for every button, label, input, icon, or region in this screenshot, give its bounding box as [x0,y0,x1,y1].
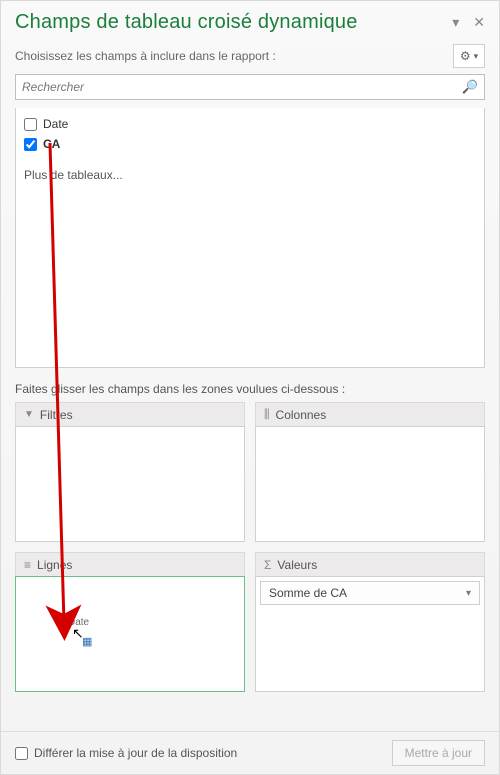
area-rows: ≡ Lignes Date ↖ ▦ [15,552,245,692]
search-input[interactable] [22,80,462,94]
area-header-columns: ⫼ Colonnes [255,402,485,426]
area-header-rows: ≡ Lignes [15,552,245,576]
area-header-filters: ▼ Filtres [15,402,245,426]
close-icon[interactable]: ✕ [473,14,485,31]
area-label: Filtres [40,408,73,422]
field-checkbox-ca[interactable] [24,138,37,151]
drag-cursor-icon: ↖ ▦ [72,625,84,642]
field-item-ca[interactable]: CA [24,134,476,154]
area-values: Σ Valeurs Somme de CA ▾ [255,552,485,692]
drag-ghost-label: Date [68,617,89,628]
area-body-values[interactable]: Somme de CA ▾ [255,576,485,692]
area-header-values: Σ Valeurs [255,552,485,576]
search-icon[interactable]: 🔍 [462,79,478,95]
field-item-date[interactable]: Date [24,114,476,134]
search-box[interactable]: 🔍 [15,74,485,100]
area-label: Colonnes [276,408,327,422]
area-body-columns[interactable] [255,426,485,542]
window-buttons: ▾ ✕ [452,14,485,31]
field-checkbox-date[interactable] [24,118,37,131]
defer-layout-wrap[interactable]: Différer la mise à jour de la dispositio… [15,746,237,760]
pane-title: Champs de tableau croisé dynamique [15,11,358,34]
area-filters: ▼ Filtres [15,402,245,542]
bottom-bar: Différer la mise à jour de la dispositio… [1,731,499,774]
field-label: CA [43,137,60,151]
value-item-label: Somme de CA [269,586,347,600]
more-tables-link[interactable]: Plus de tableaux... [24,168,476,182]
value-item-somme-ca[interactable]: Somme de CA ▾ [260,581,480,605]
chevron-down-icon[interactable]: ▾ [466,588,471,599]
gear-icon: ⚙ [460,49,471,63]
update-button: Mettre à jour [392,740,485,766]
area-label: Lignes [37,558,72,572]
search-wrap: 🔍 [1,74,499,108]
drag-instruction: Faites glisser les champs dans les zones… [1,368,499,402]
defer-checkbox[interactable] [15,747,28,760]
filter-icon: ▼ [24,409,34,420]
field-label: Date [43,117,68,131]
area-label: Valeurs [277,558,317,572]
sigma-icon: Σ [264,558,271,572]
columns-icon: ⫼ [264,407,270,422]
instruction-row: Choisissez les champs à inclure dans le … [1,40,499,74]
area-columns: ⫼ Colonnes [255,402,485,542]
defer-label: Différer la mise à jour de la dispositio… [34,746,237,760]
title-bar: Champs de tableau croisé dynamique ▾ ✕ [1,1,499,40]
rows-icon: ≡ [24,558,31,572]
pivot-field-pane: Champs de tableau croisé dynamique ▾ ✕ C… [0,0,500,775]
chevron-down-icon: ▾ [474,51,479,62]
drop-areas: ▼ Filtres ⫼ Colonnes ≡ Lignes Date ↖ ▦ [1,402,499,692]
area-body-rows[interactable]: Date ↖ ▦ [15,576,245,692]
task-pane-options-icon[interactable]: ▾ [452,14,459,31]
field-list: Date CA Plus de tableaux... [15,108,485,368]
tools-button[interactable]: ⚙ ▾ [453,44,485,68]
area-body-filters[interactable] [15,426,245,542]
field-instruction: Choisissez les champs à inclure dans le … [15,49,276,63]
